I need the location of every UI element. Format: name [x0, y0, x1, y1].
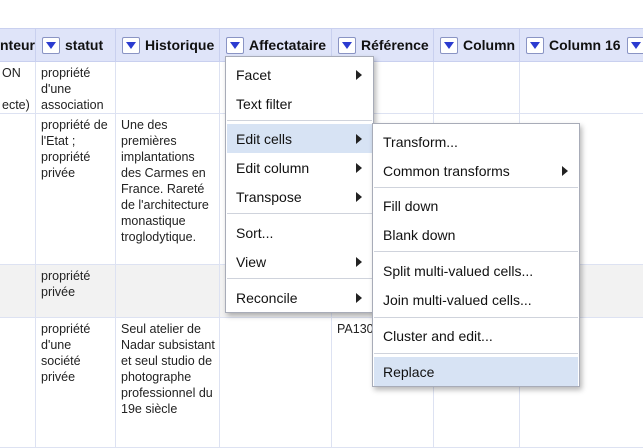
triangle-down-icon: [126, 41, 136, 49]
table-cell: propriété de l'Etat ; propriété privée: [36, 114, 116, 264]
menu-divider: [227, 278, 372, 279]
column-header-label: nteur: [0, 37, 35, 53]
column-header-statut[interactable]: statut: [36, 29, 116, 61]
menu-item-common-transforms[interactable]: Common transforms: [374, 156, 578, 185]
submenu-arrow-icon: [356, 257, 362, 267]
menu-item-label: Replace: [383, 363, 435, 380]
menu-item-reconcile[interactable]: Reconcile: [227, 283, 372, 312]
menu-item-label: Edit cells: [236, 130, 293, 147]
menu-item-label: Blank down: [383, 226, 456, 243]
menu-item-cluster-and-edit[interactable]: Cluster and edit...: [374, 321, 578, 350]
triangle-down-icon: [630, 41, 641, 49]
menu-item-facet[interactable]: Facet: [227, 60, 372, 89]
triangle-down-icon: [342, 41, 352, 49]
triangle-down-icon: [444, 41, 454, 49]
menu-item-transpose[interactable]: Transpose: [227, 182, 372, 211]
menu-item-label: Facet: [236, 66, 272, 83]
table-cell: Une des premières implantations des Carm…: [116, 114, 220, 264]
menu-item-transform[interactable]: Transform...: [374, 127, 578, 156]
table-cell: propriété d'une association: [36, 62, 116, 113]
column-dropdown-button[interactable]: [440, 36, 458, 54]
column-header-column-16[interactable]: Column 16: [520, 29, 643, 61]
table-cell: [434, 62, 520, 113]
column-header-label: Column: [463, 37, 516, 53]
table-cell: [116, 62, 220, 113]
column-menu: Facet Text filter Edit cells Edit column…: [225, 56, 374, 313]
table-cell: propriété privée: [36, 265, 116, 317]
submenu-arrow-icon: [356, 293, 362, 303]
table-cell: [0, 318, 36, 447]
menu-item-edit-column[interactable]: Edit column: [227, 153, 372, 182]
table-cell: ON ecte): [0, 62, 36, 113]
menu-divider: [374, 251, 578, 252]
column-header-historique[interactable]: Historique: [116, 29, 220, 61]
menu-divider: [374, 187, 578, 188]
menu-item-label: Reconcile: [236, 289, 298, 306]
submenu-arrow-icon: [356, 134, 362, 144]
triangle-down-icon: [230, 41, 240, 49]
table-cell: [116, 265, 220, 317]
column-dropdown-button[interactable]: [122, 36, 140, 54]
toolbar-area: [0, 0, 643, 28]
column-header-0[interactable]: nteur: [0, 29, 36, 61]
menu-item-label: Transform...: [383, 133, 458, 150]
column-dropdown-button[interactable]: [526, 36, 544, 54]
table-cell: [520, 62, 643, 113]
menu-item-label: Sort...: [236, 224, 274, 241]
column-dropdown-button[interactable]: [626, 36, 643, 54]
menu-divider: [227, 120, 372, 121]
table-cell: [220, 318, 332, 447]
column-dropdown-button[interactable]: [338, 36, 356, 54]
menu-item-label: Text filter: [236, 95, 293, 112]
column-header-label: Column 16: [549, 37, 621, 53]
submenu-arrow-icon: [356, 192, 362, 202]
column-header-label: Affectataire: [249, 37, 327, 53]
triangle-down-icon: [46, 41, 56, 49]
table-cell: propriété d'une société privée: [36, 318, 116, 447]
table-cell: [0, 265, 36, 317]
menu-item-label: Cluster and edit...: [383, 327, 493, 344]
menu-item-view[interactable]: View: [227, 247, 372, 276]
submenu-arrow-icon: [356, 70, 362, 80]
menu-item-edit-cells[interactable]: Edit cells: [227, 124, 372, 153]
menu-item-blank-down[interactable]: Blank down: [374, 220, 578, 249]
column-header-label: Référence: [361, 37, 429, 53]
menu-item-label: Transpose: [236, 188, 302, 205]
menu-item-replace[interactable]: Replace: [374, 357, 578, 386]
table-cell: [0, 114, 36, 264]
column-header-label: statut: [65, 37, 104, 53]
menu-item-label: View: [236, 253, 267, 270]
column-header-label: Historique: [145, 37, 215, 53]
menu-item-split-multi-valued-cells[interactable]: Split multi-valued cells...: [374, 256, 578, 285]
submenu-arrow-icon: [562, 166, 568, 176]
menu-item-label: Join multi-valued cells...: [383, 291, 532, 308]
column-dropdown-button[interactable]: [226, 36, 244, 54]
column-header-column[interactable]: Column: [434, 29, 520, 61]
submenu-arrow-icon: [356, 163, 362, 173]
menu-divider: [374, 353, 578, 354]
menu-divider: [227, 213, 372, 214]
menu-item-fill-down[interactable]: Fill down: [374, 191, 578, 220]
triangle-down-icon: [530, 41, 540, 49]
menu-item-label: Split multi-valued cells...: [383, 262, 534, 279]
table-cell: Seul atelier de Nadar subsistant et seul…: [116, 318, 220, 447]
edit-cells-submenu: Transform... Common transforms Fill down…: [372, 123, 580, 387]
menu-item-sort[interactable]: Sort...: [227, 218, 372, 247]
menu-item-label: Fill down: [383, 197, 439, 214]
column-dropdown-button[interactable]: [42, 36, 60, 54]
menu-item-label: Common transforms: [383, 162, 510, 179]
menu-item-join-multi-valued-cells[interactable]: Join multi-valued cells...: [374, 285, 578, 314]
menu-divider: [374, 317, 578, 318]
menu-item-text-filter[interactable]: Text filter: [227, 89, 372, 118]
menu-item-label: Edit column: [236, 159, 310, 176]
